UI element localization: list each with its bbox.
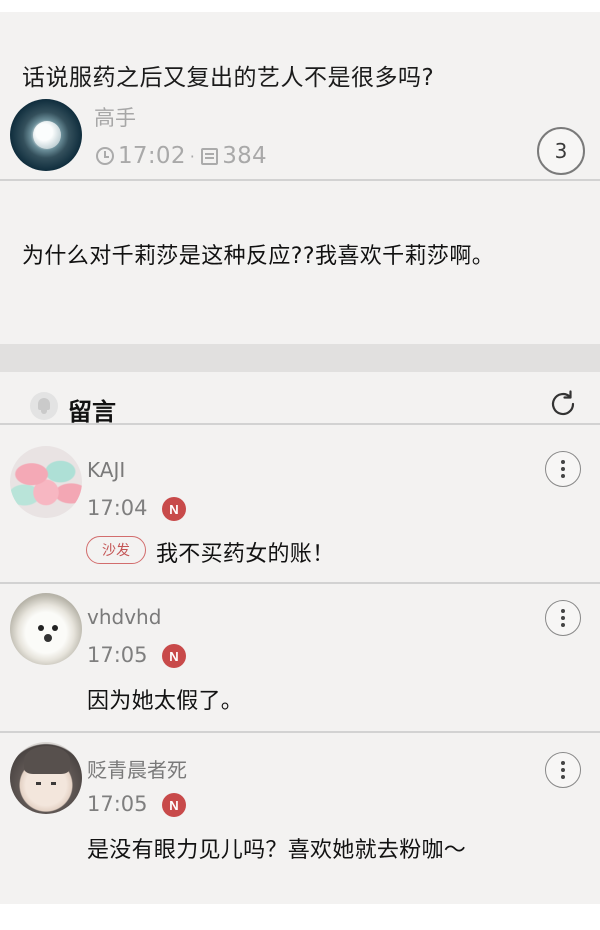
new-badge: N	[162, 644, 186, 668]
bell-icon	[30, 392, 58, 420]
comment-username[interactable]: vhdvhd	[87, 605, 161, 629]
user-avatar[interactable]	[10, 742, 82, 814]
meta-separator: ·	[189, 146, 196, 166]
comment-text: 是没有眼力见儿吗？喜欢她就去粉咖～	[87, 838, 467, 863]
divider	[0, 179, 600, 181]
sofa-tag: 沙发	[86, 536, 146, 564]
refresh-icon[interactable]	[547, 388, 579, 420]
more-options-button[interactable]	[545, 451, 581, 487]
new-badge: N	[162, 793, 186, 817]
more-vertical-icon	[561, 761, 565, 765]
user-avatar[interactable]	[10, 446, 82, 518]
page: 话说服药之后又复出的艺人不是很多吗? 高手 17:02 · 384 3 为什么对…	[0, 12, 600, 904]
section-gap	[0, 344, 600, 372]
view-count: 384	[222, 143, 267, 169]
comment-time: 17:05	[87, 643, 148, 667]
more-vertical-icon	[561, 609, 565, 613]
comment-username[interactable]: KAJI	[87, 458, 125, 482]
more-options-button[interactable]	[545, 752, 581, 788]
author-avatar[interactable]	[10, 99, 82, 171]
comment-text: 我不买药女的账！	[156, 542, 335, 567]
reply-count-button[interactable]: 3	[537, 127, 585, 175]
post-title: 话说服药之后又复出的艺人不是很多吗?	[22, 65, 435, 91]
comment-item: vhdvhd 17:05 N 因为她太假了。	[0, 583, 600, 731]
comment-text: 因为她太假了。	[87, 689, 244, 714]
more-vertical-icon	[561, 460, 565, 464]
user-avatar[interactable]	[10, 593, 82, 665]
comment-item: 贬青晨者死 17:05 N 是没有眼力见儿吗？喜欢她就去粉咖～	[0, 732, 600, 892]
comment-time: 17:04	[87, 496, 148, 520]
comments-title: 留言	[68, 398, 116, 426]
clock-icon	[96, 147, 114, 165]
list-icon	[201, 147, 219, 165]
author-name[interactable]: 高手	[94, 102, 136, 132]
comment-username[interactable]: 贬青晨者死	[87, 754, 187, 783]
comment-time: 17:05	[87, 792, 148, 816]
post-time: 17:02	[118, 143, 186, 169]
post-body: 为什么对千莉莎是这种反应??我喜欢千莉莎啊。	[22, 244, 495, 269]
new-badge: N	[162, 497, 186, 521]
post-meta: 17:02 · 384	[96, 143, 267, 169]
comment-item: KAJI 17:04 N 沙发 我不买药女的账！	[0, 424, 600, 582]
more-options-button[interactable]	[545, 600, 581, 636]
